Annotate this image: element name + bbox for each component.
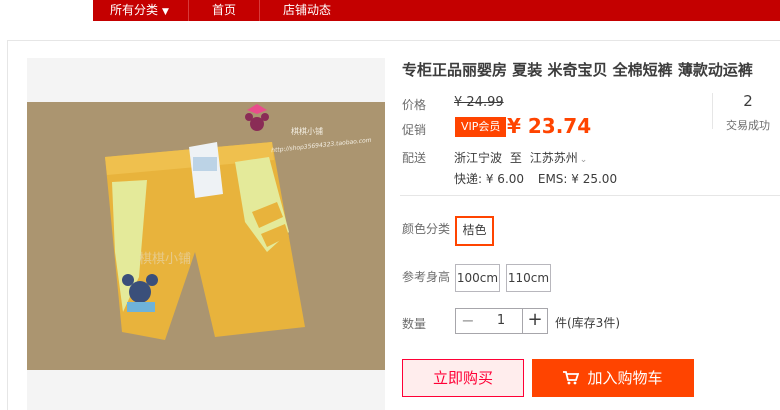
ems-fee: EMS: ¥ 25.00: [537, 172, 618, 186]
quantity-decrease-button[interactable]: −: [455, 308, 481, 334]
price-label: 价格: [402, 98, 427, 112]
promo-price: ¥ 23.74: [507, 114, 592, 138]
section-divider: [400, 195, 780, 196]
delivery-destination-select[interactable]: 江苏苏州: [530, 151, 578, 165]
delivery-route: 浙江宁波 至 江苏苏州 ⌄: [454, 149, 587, 166]
color-option-orange[interactable]: 桔色: [455, 216, 494, 246]
sales-count: 2: [743, 92, 753, 110]
top-nav: 所有分类 ▼ 首页 店铺动态: [0, 0, 780, 21]
sales-divider: [712, 93, 713, 129]
buy-now-button[interactable]: 立即购买: [402, 359, 524, 397]
nav-home-link[interactable]: 首页: [189, 0, 259, 21]
sales-label: 交易成功: [726, 119, 770, 132]
watermark-text: 棋棋小铺: [139, 252, 192, 267]
all-categories-menu[interactable]: 所有分类 ▼: [93, 0, 188, 21]
size-option-110[interactable]: 110cm: [506, 264, 551, 292]
cart-icon: [563, 371, 580, 385]
stock-info: 件(库存3件): [555, 316, 620, 330]
nav-store-news-link[interactable]: 店铺动态: [260, 0, 354, 21]
sales-counter: 2 交易成功: [718, 92, 778, 133]
promo-label: 促销: [402, 123, 427, 137]
delivery-to-word: 至: [509, 151, 522, 165]
watermark-shop-name: 棋棋小铺: [291, 127, 323, 136]
product-title: 专柜正品丽婴房 夏装 米奇宝贝 全棉短裤 薄款动运裤: [402, 61, 753, 79]
quantity-increase-button[interactable]: +: [522, 308, 548, 334]
product-image[interactable]: 棋棋小铺 棋棋小铺 http://shop35694323.taobao.com: [27, 102, 385, 370]
quantity-label: 数量: [402, 317, 427, 331]
size-label: 参考身高: [402, 270, 451, 284]
caret-down-icon: ▼: [162, 7, 169, 17]
vip-badge: VIP会员: [455, 117, 507, 137]
add-to-cart-label: 加入购物车: [587, 369, 663, 387]
chevron-down-icon[interactable]: ⌄: [580, 155, 588, 165]
delivery-label: 配送: [402, 151, 427, 165]
shipping-fees: 快递: ¥ 6.00 EMS: ¥ 25.00: [454, 170, 617, 187]
size-option-100[interactable]: 100cm: [455, 264, 500, 292]
top-nav-bar: 所有分类 ▼ 首页 店铺动态: [93, 0, 780, 21]
color-label: 颜色分类: [402, 222, 451, 236]
delivery-from: 浙江宁波: [454, 151, 503, 165]
all-categories-label: 所有分类: [110, 3, 159, 17]
express-fee: 快递: ¥ 6.00: [454, 172, 525, 186]
quantity-input[interactable]: 1: [480, 308, 522, 334]
add-to-cart-button[interactable]: 加入购物车: [532, 359, 694, 397]
original-price: ¥ 24.99: [454, 95, 504, 110]
